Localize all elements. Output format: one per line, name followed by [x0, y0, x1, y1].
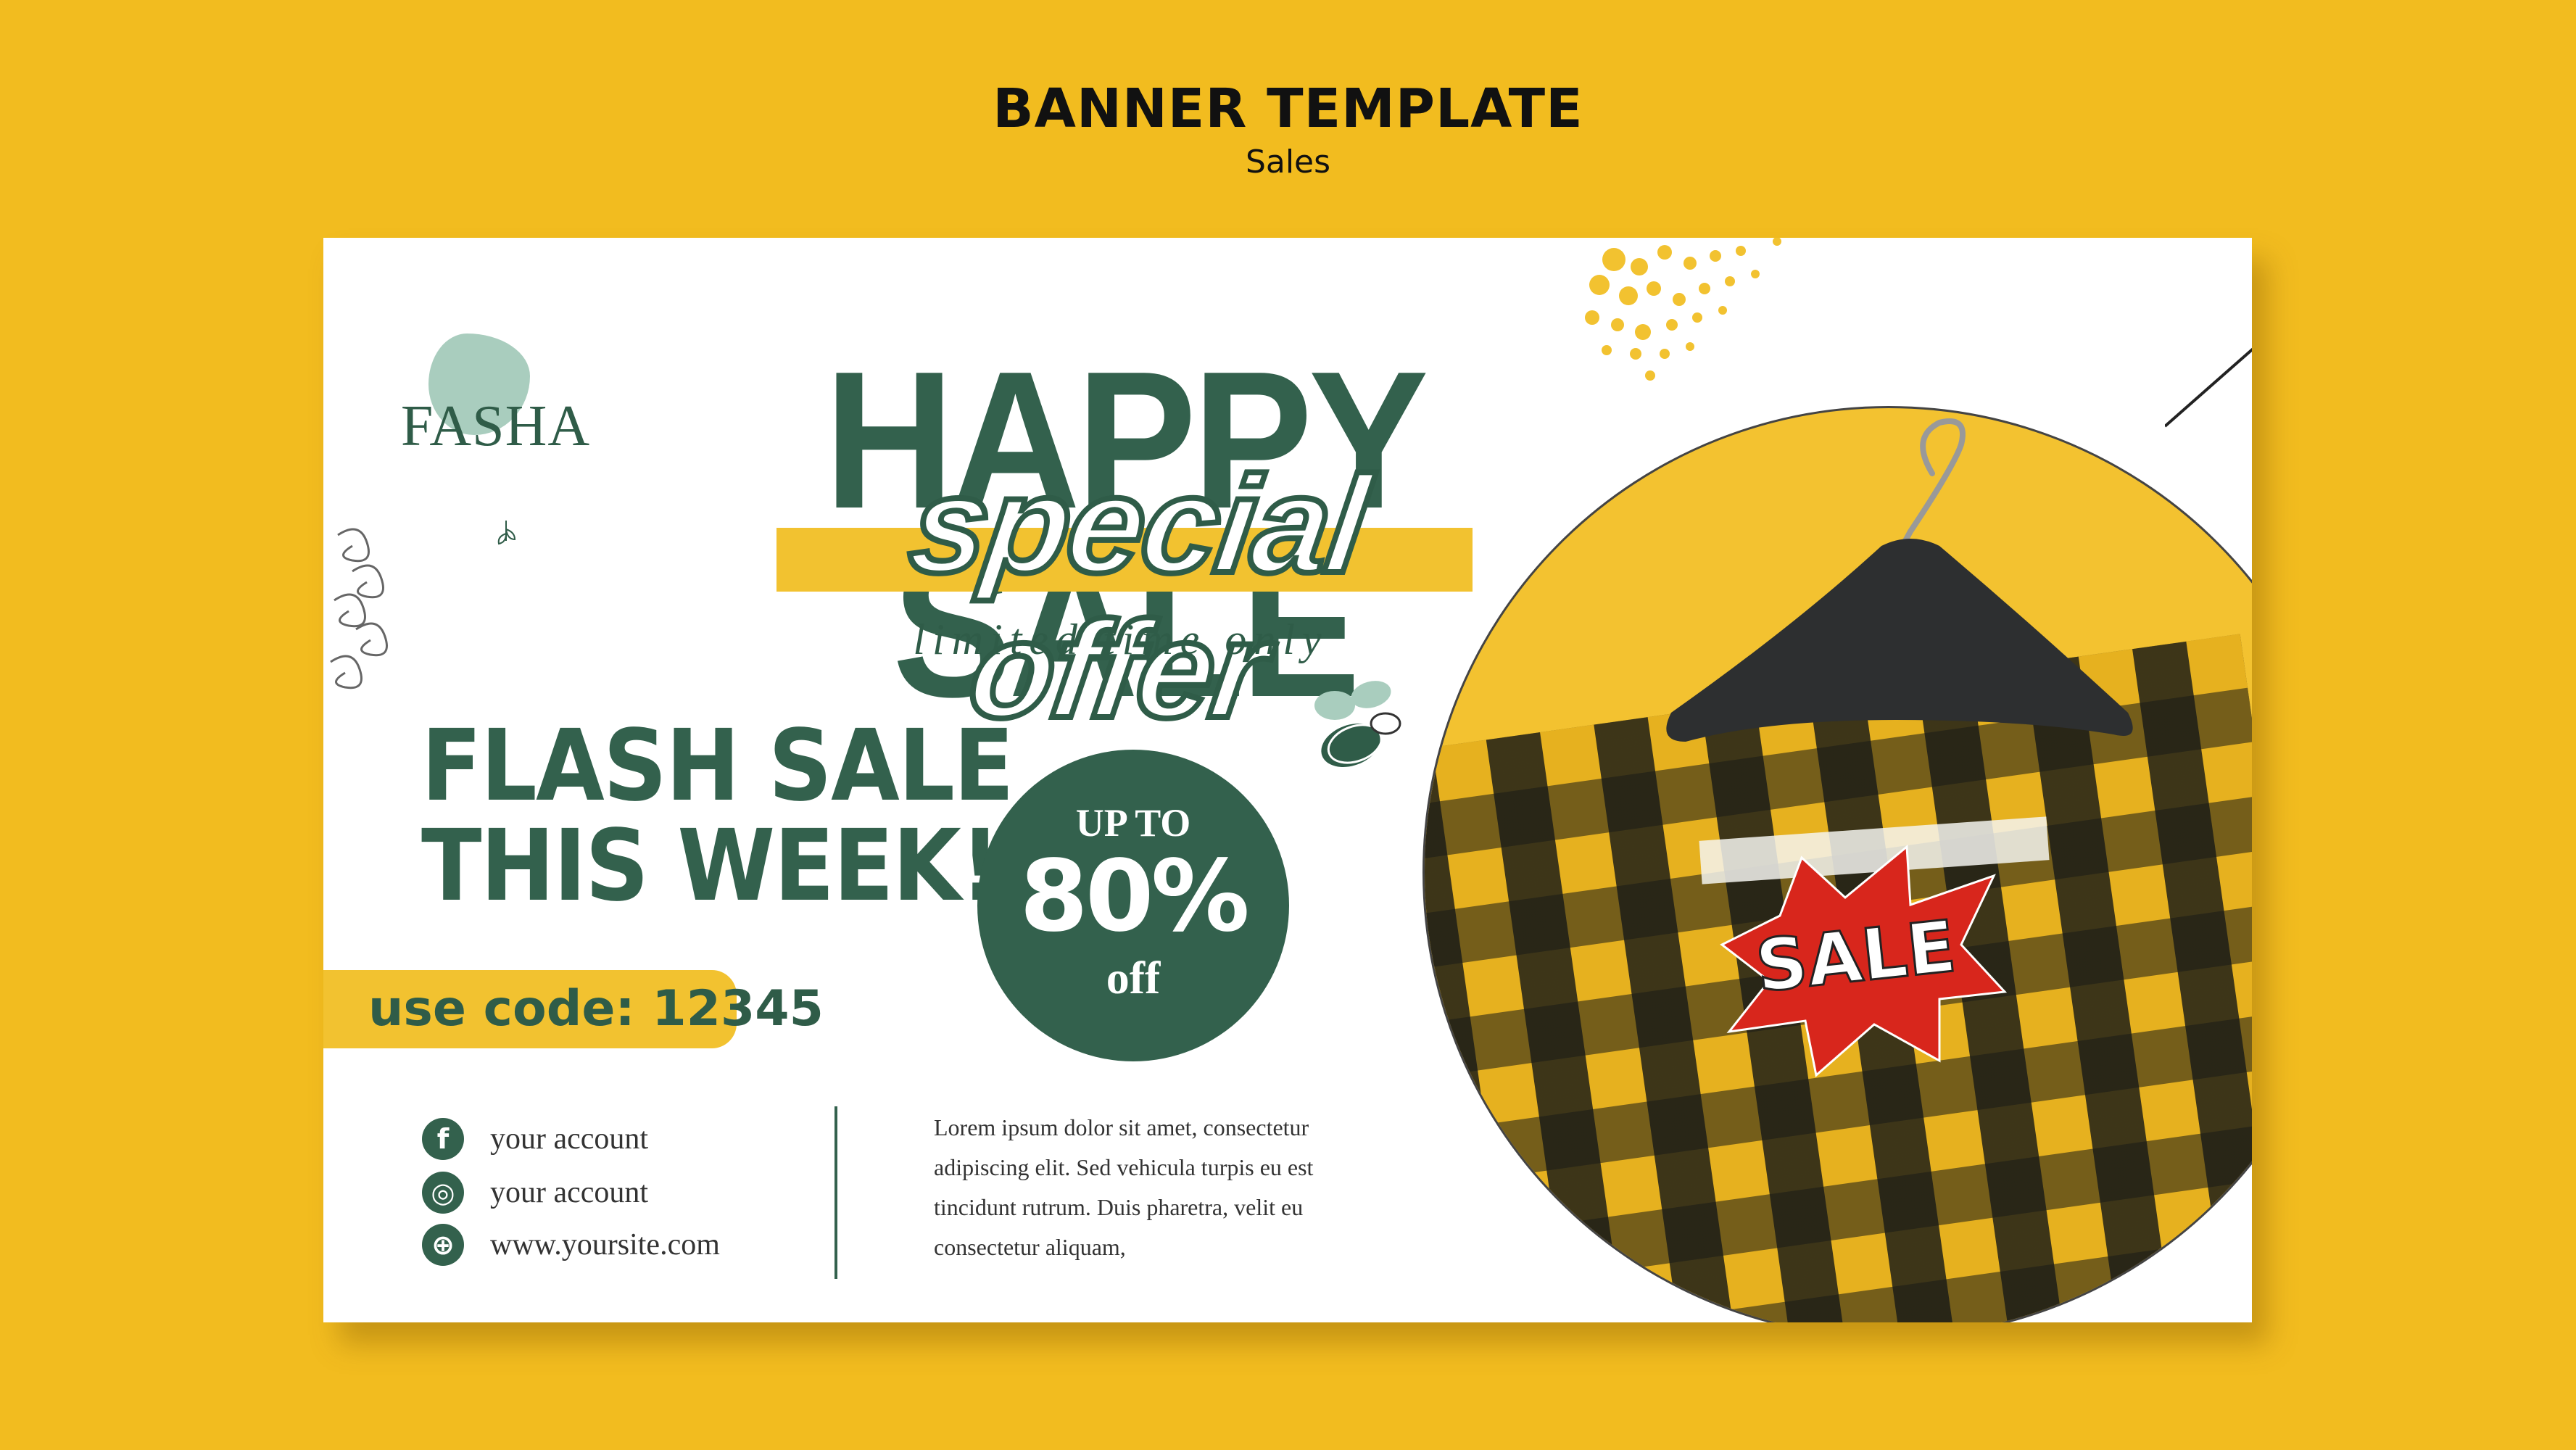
swirl-decoration-icon — [330, 528, 388, 689]
social-website[interactable]: ⊕ www.yoursite.com — [422, 1219, 720, 1270]
description-text: Lorem ipsum dolor sit amet, consectetur … — [934, 1114, 1314, 1260]
globe-icon: ⊕ — [422, 1224, 464, 1266]
product-photo: SALE — [1422, 406, 2252, 1322]
pebbles-decoration-icon — [1314, 681, 1401, 767]
flash-line-1: FLASH SALE — [421, 709, 1014, 824]
sale-banner: FASHA Store HAPPY SALE special offer lim… — [323, 238, 2252, 1322]
page-header: BANNER TEMPLATE Sales — [0, 80, 2576, 186]
logo-sub: Store — [457, 457, 534, 497]
badge-percent: 80% — [1019, 840, 1250, 954]
badge-off: off — [1106, 952, 1161, 1003]
badge-up-to: UP TO — [1075, 801, 1191, 845]
social-instagram[interactable]: ◎ your account — [422, 1167, 648, 1218]
social-facebook[interactable]: f your account — [422, 1114, 648, 1164]
page-subtitle: Sales — [1245, 144, 1331, 181]
social-instagram-text: your account — [490, 1176, 649, 1209]
page-title: BANNER TEMPLATE — [993, 78, 1583, 140]
promo-code: use code: 12345 — [368, 980, 824, 1037]
instagram-icon: ◎ — [422, 1172, 464, 1214]
sale-tag: SALE — [1720, 844, 2008, 1077]
flash-line-2: THIS WEEK! — [421, 809, 1001, 924]
leaf-icon-bottom — [497, 521, 516, 545]
hanger-icon — [1666, 418, 2133, 742]
facebook-icon: f — [422, 1118, 464, 1160]
dots-decoration-icon — [1585, 238, 1781, 381]
line-decoration — [2165, 347, 2252, 428]
social-website-text: www.yoursite.com — [490, 1228, 720, 1262]
divider — [834, 1106, 837, 1279]
tagline: limited time only — [913, 616, 1329, 663]
flash-sale-text: FLASH SALE THIS WEEK! — [421, 709, 1014, 924]
logo-name: FASHA — [400, 394, 591, 458]
social-facebook-text: your account — [490, 1122, 649, 1156]
